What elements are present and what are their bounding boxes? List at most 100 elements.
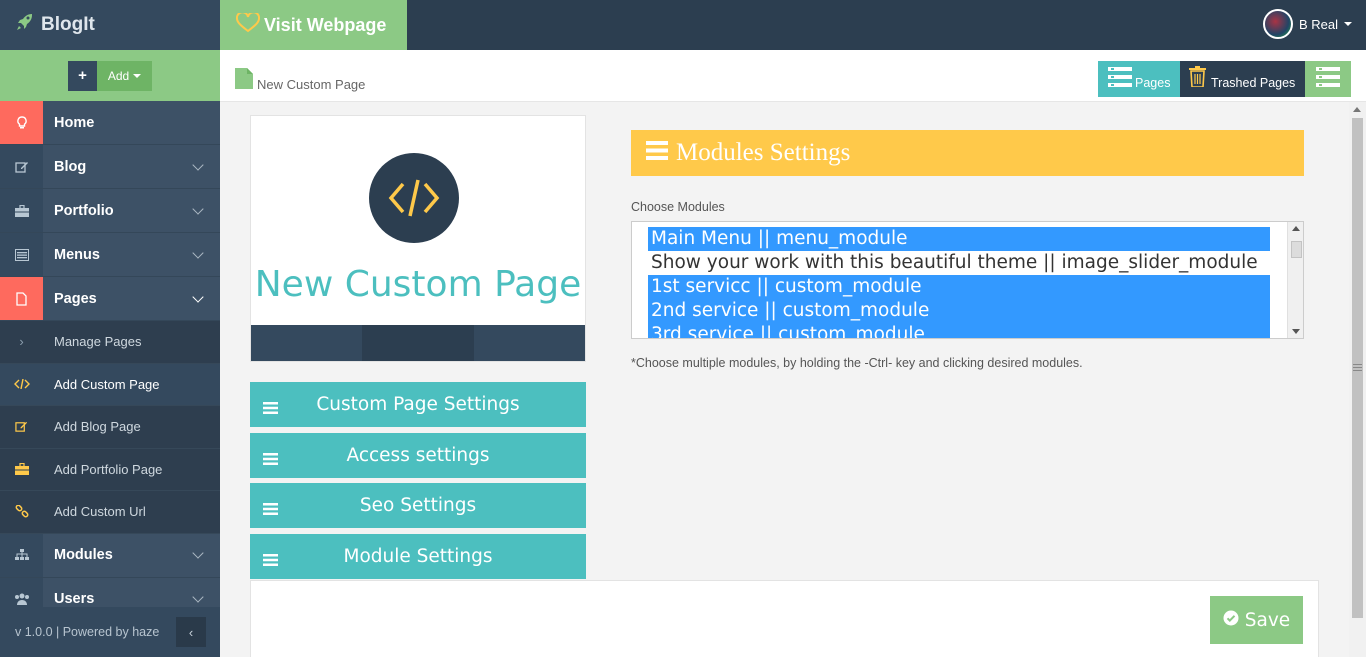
sidebar-subitem-add-portfolio-page[interactable]: Add Portfolio Page: [0, 448, 220, 491]
brand-logo[interactable]: BlogIt: [0, 0, 220, 50]
user-menu[interactable]: B Real: [1262, 9, 1352, 39]
visit-webpage-label: Visit Webpage: [264, 14, 387, 35]
sidebar-subitem-label: Add Custom Page: [54, 376, 160, 392]
breadcrumb-current: New Custom Page: [257, 77, 366, 92]
sidebar-subitem-label: Manage Pages: [54, 334, 142, 350]
access-settings-button[interactable]: Access settings: [250, 433, 586, 478]
modules-multiselect[interactable]: Main Menu || menu_module Show your work …: [631, 221, 1304, 339]
page-scrollbar[interactable]: [1349, 102, 1366, 657]
pages-button[interactable]: Pages: [1098, 61, 1180, 97]
sidebar-subitem-label: Add Portfolio Page: [54, 461, 163, 477]
avatar: [1262, 9, 1293, 39]
plus-icon[interactable]: +: [68, 60, 97, 91]
chevron-down-icon: [192, 290, 204, 303]
scroll-up-icon[interactable]: [1292, 226, 1300, 231]
module-option[interactable]: Main Menu || menu_module: [648, 227, 1270, 251]
list-icon: [1316, 66, 1340, 92]
chevron-down-icon: [192, 202, 204, 215]
sidebar-item-portfolio[interactable]: Portfolio: [0, 189, 220, 233]
select-scrollbar[interactable]: [1287, 222, 1303, 338]
card-tab[interactable]: [473, 325, 585, 361]
version-text: v 1.0.0 | Powered by haze: [15, 625, 160, 639]
rocket-icon: [15, 12, 35, 38]
button-label: Seo Settings: [359, 495, 477, 516]
add-button-group: + Add: [68, 60, 152, 91]
breadcrumb: New Custom Page: [235, 68, 365, 92]
check-circle-icon: [1223, 610, 1239, 631]
briefcase-icon: [0, 189, 43, 232]
lightbulb-icon: [0, 101, 43, 144]
link-icon: [0, 491, 43, 533]
visit-webpage-button[interactable]: Visit Webpage: [220, 0, 407, 50]
sidebar-item-label: Modules: [54, 547, 113, 563]
scrollbar-grip: [1353, 364, 1362, 371]
seo-settings-button[interactable]: Seo Settings: [250, 483, 586, 528]
sidebar-item-label: Users: [54, 591, 95, 607]
form-actions-panel: [250, 580, 1319, 657]
button-label: Access settings: [346, 445, 490, 466]
modules-settings-heading: Modules Settings: [631, 130, 1304, 176]
sitemap-icon: [0, 533, 43, 577]
card-tab[interactable]: [362, 325, 474, 361]
module-settings-button[interactable]: Module Settings: [250, 534, 586, 579]
custom-page-settings-button[interactable]: Custom Page Settings: [250, 382, 586, 427]
card-tab[interactable]: [251, 325, 363, 361]
trash-icon: [1189, 66, 1206, 90]
button-label: Module Settings: [343, 546, 493, 567]
sidebar-subitem-add-blog-page[interactable]: Add Blog Page: [0, 406, 220, 449]
sidebar-item-label: Home: [54, 114, 95, 131]
scroll-up-icon[interactable]: [1353, 107, 1361, 112]
choose-modules-label: Choose Modules: [631, 200, 725, 214]
chevron-down-icon: [192, 591, 204, 603]
chevron-right-icon: ›: [19, 334, 24, 350]
card-title: New Custom Page: [254, 264, 582, 305]
multiselect-hint: *Choose multiple modules, by holding the…: [631, 356, 1083, 370]
caret-down-icon: [1344, 22, 1352, 26]
scrollbar-thumb[interactable]: [1291, 241, 1302, 258]
add-dropdown-button[interactable]: Add: [97, 60, 152, 91]
code-icon: [0, 364, 43, 406]
edit-icon: [0, 145, 43, 188]
sidebar: + Add Home Blog Portfolio Menus Pages › …: [0, 50, 220, 657]
heading-text: Modules Settings: [676, 139, 851, 166]
card-footer-tabs: [251, 325, 585, 361]
sidebar-subitem-label: Add Custom Url: [54, 504, 146, 520]
sidebar-subitem-add-custom-url[interactable]: Add Custom Url: [0, 491, 220, 534]
sidebar-footer: v 1.0.0 | Powered by haze ‹: [0, 607, 220, 657]
scroll-down-icon[interactable]: [1292, 329, 1300, 334]
module-option[interactable]: 2nd service || custom_module: [648, 299, 1270, 323]
pages-label: Pages: [1135, 76, 1171, 90]
sidebar-subitem-add-custom-page[interactable]: Add Custom Page: [0, 363, 220, 406]
user-name: B Real: [1298, 16, 1338, 32]
module-option[interactable]: 3rd service || custom_module: [648, 323, 1270, 338]
module-option[interactable]: 1st servicc || custom_module: [648, 275, 1270, 299]
bars-icon: [263, 550, 278, 571]
sidebar-item-modules[interactable]: Modules: [0, 533, 220, 578]
sidebar-item-menus[interactable]: Menus: [0, 233, 220, 277]
collapse-sidebar-button[interactable]: ‹: [176, 617, 206, 647]
sidebar-subitem-manage-pages[interactable]: › Manage Pages: [0, 321, 220, 364]
add-label: Add: [107, 68, 130, 83]
save-button[interactable]: Save: [1210, 596, 1303, 644]
chevron-down-icon: [192, 158, 204, 171]
brand-name: BlogIt: [41, 14, 95, 35]
bars-icon: [263, 499, 278, 520]
button-label: Custom Page Settings: [316, 394, 520, 415]
sidebar-item-blog[interactable]: Blog: [0, 145, 220, 189]
menu-toggle-button[interactable]: [1305, 61, 1351, 97]
code-icon: [369, 153, 459, 243]
module-option[interactable]: Show your work with this beautiful theme…: [648, 251, 1270, 275]
sidebar-item-label: Pages: [54, 290, 97, 307]
sidebar-item-home[interactable]: Home: [0, 101, 220, 145]
edit-icon: [0, 406, 43, 448]
trashed-pages-button[interactable]: Trashed Pages: [1180, 61, 1305, 97]
chevron-down-icon: [192, 246, 204, 259]
add-bar: + Add: [0, 50, 220, 101]
page-type-card: New Custom Page: [250, 115, 586, 362]
bars-icon: [646, 139, 668, 167]
file-icon: [235, 68, 253, 92]
sidebar-item-pages[interactable]: Pages: [0, 277, 220, 321]
bars-icon: [263, 398, 278, 419]
sidebar-item-label: Menus: [54, 246, 100, 263]
list-icon: [0, 233, 43, 276]
